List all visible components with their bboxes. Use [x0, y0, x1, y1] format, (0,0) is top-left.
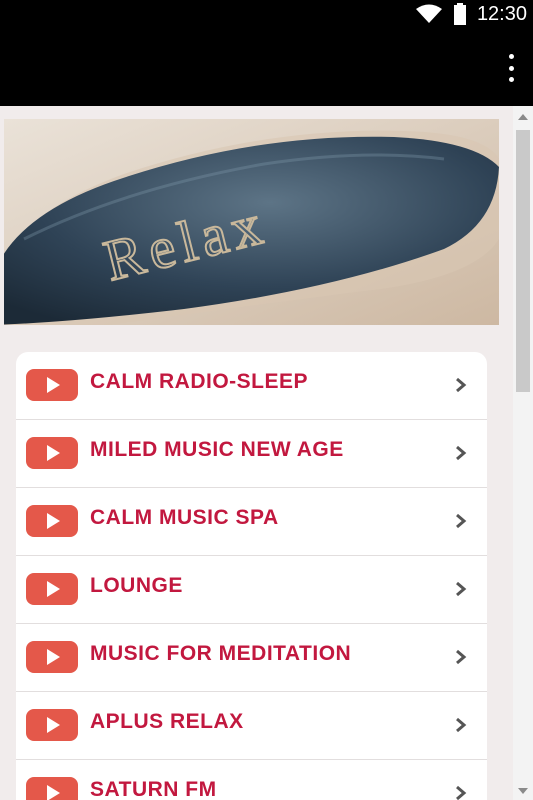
play-icon [26, 709, 78, 741]
play-icon [26, 777, 78, 800]
station-label: SATURN FM [90, 778, 217, 800]
chevron-right-icon [456, 445, 467, 461]
station-label: CALM MUSIC SPA [90, 506, 279, 529]
main-content: Relax CALM RADIO-SLEEP MILED MUSIC NEW A… [0, 106, 513, 800]
station-label: LOUNGE [90, 574, 183, 597]
status-icons: 12:30 [415, 2, 527, 26]
clock: 12:30 [476, 2, 527, 25]
list-item[interactable]: APLUS RELAX [16, 692, 487, 760]
list-item[interactable]: CALM RADIO-SLEEP [16, 352, 487, 420]
scroll-up-arrow-icon[interactable] [518, 114, 528, 120]
play-icon [26, 369, 78, 401]
list-item[interactable]: MILED MUSIC NEW AGE [16, 420, 487, 488]
list-item[interactable]: LOUNGE [16, 556, 487, 624]
scroll-down-arrow-icon[interactable] [518, 788, 528, 794]
overflow-menu-icon[interactable] [503, 54, 519, 82]
play-icon [26, 641, 78, 673]
station-label: CALM RADIO-SLEEP [90, 370, 308, 393]
station-label: APLUS RELAX [90, 710, 244, 733]
app-bar [0, 28, 533, 106]
wifi-icon [415, 4, 442, 23]
scrollbar[interactable] [513, 106, 533, 800]
station-label: MUSIC FOR MEDITATION [90, 642, 352, 665]
station-label: MILED MUSIC NEW AGE [90, 438, 344, 461]
list-item[interactable]: CALM MUSIC SPA [16, 488, 487, 556]
status-bar: 12:30 [0, 0, 533, 28]
chevron-right-icon [456, 513, 467, 529]
chevron-right-icon [456, 377, 467, 393]
battery-icon [453, 3, 466, 25]
scrollbar-thumb[interactable] [516, 130, 530, 392]
chevron-right-icon [456, 785, 467, 800]
chevron-right-icon [456, 717, 467, 733]
hero-image: Relax [4, 119, 499, 325]
chevron-right-icon [456, 581, 467, 597]
play-icon [26, 505, 78, 537]
play-icon [26, 437, 78, 469]
list-item[interactable]: SATURN FM [16, 760, 487, 800]
list-item[interactable]: MUSIC FOR MEDITATION [16, 624, 487, 692]
station-list: CALM RADIO-SLEEP MILED MUSIC NEW AGE CAL… [16, 352, 487, 800]
chevron-right-icon [456, 649, 467, 665]
play-icon [26, 573, 78, 605]
